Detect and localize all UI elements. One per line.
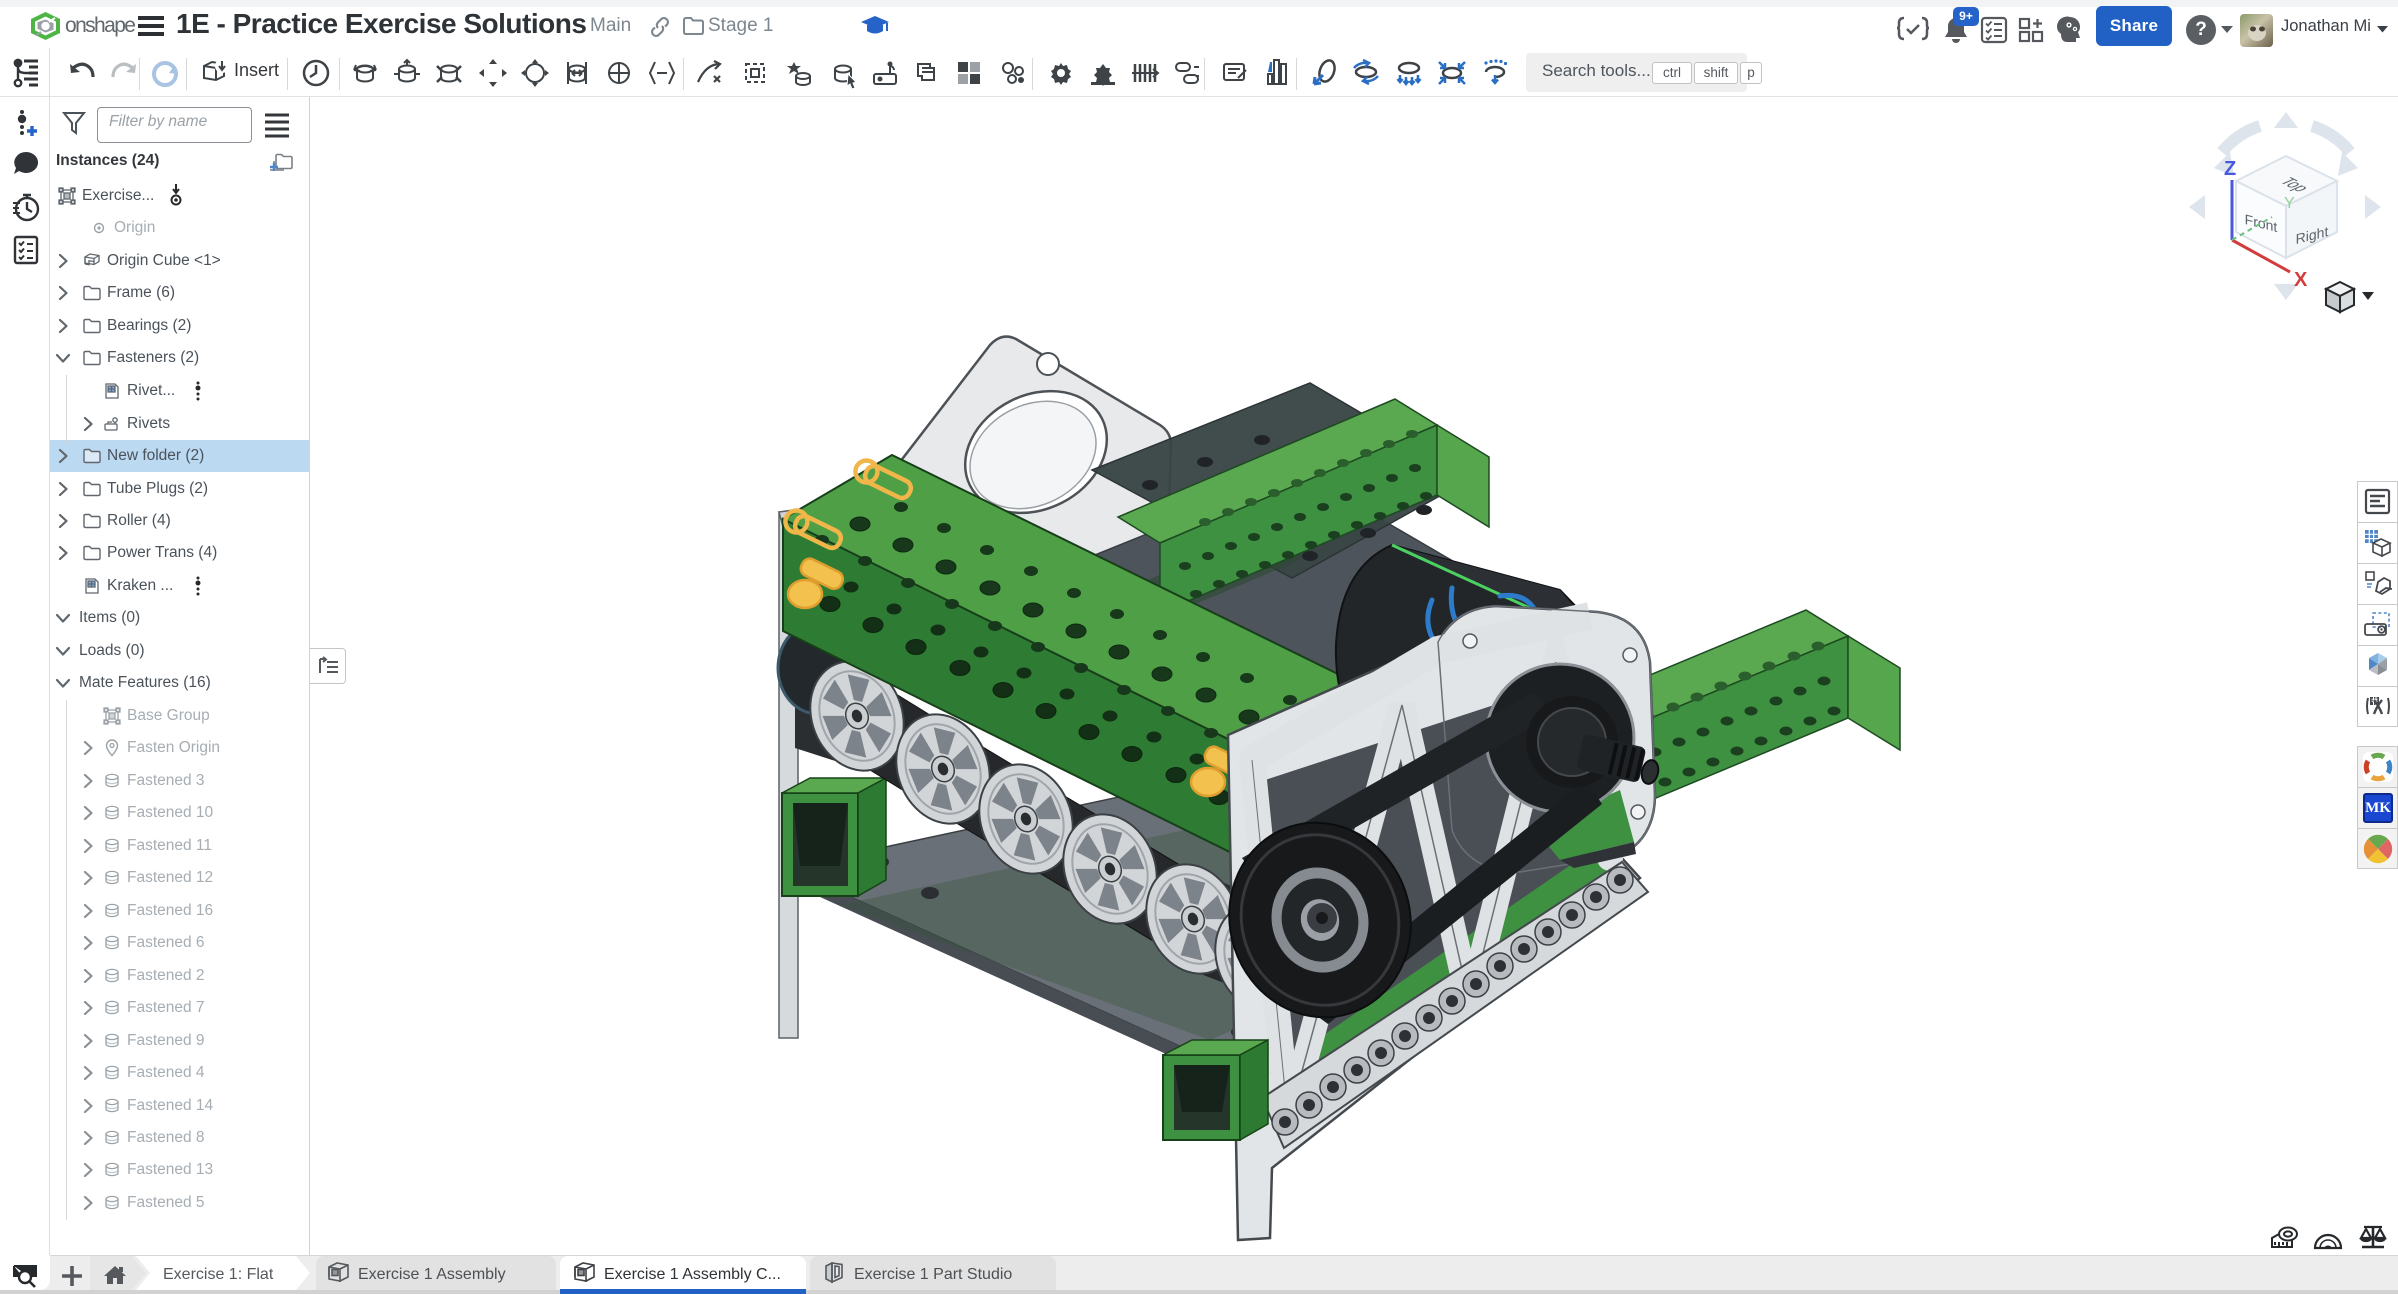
svg-text:Z: Z [2224,158,2236,180]
svg-text:Y: Y [2284,195,2295,212]
svg-text:X: X [2294,269,2308,291]
